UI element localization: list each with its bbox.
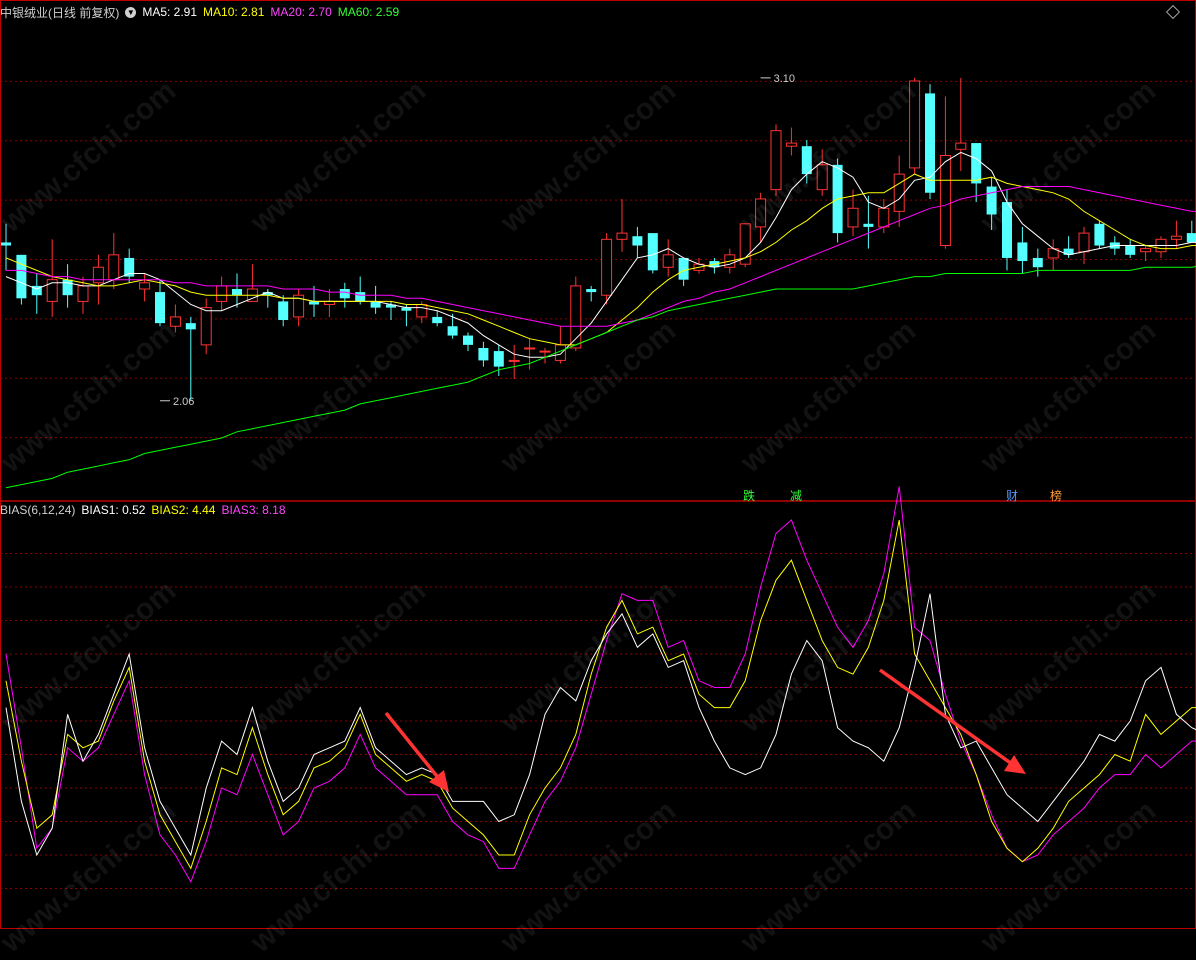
candle-body-down — [278, 301, 289, 321]
candle-body-down — [493, 351, 504, 367]
candle-body-down — [1, 242, 11, 246]
candle-body-up — [847, 207, 859, 228]
candle-body-up — [878, 207, 890, 228]
kline-chart[interactable]: 3.10 2.06 — [0, 0, 1196, 930]
main-header: 中银绒业(日线 前复权) ▼ MA5: 2.91 MA10: 2.81 MA20… — [0, 1, 405, 23]
marker-die[interactable]: 跌 — [743, 487, 755, 504]
candle-body-up — [893, 173, 905, 212]
ma5-label: MA5: 2.91 — [142, 5, 198, 19]
candle-body-down — [447, 326, 458, 336]
chevron-down-icon[interactable]: ▼ — [125, 6, 137, 18]
candle-body-up — [539, 350, 551, 353]
candle — [601, 233, 613, 305]
candle-body-up — [1140, 248, 1152, 253]
candle — [739, 223, 751, 268]
candle-body-down — [1125, 245, 1136, 255]
candle-body-up — [108, 254, 120, 281]
candle-body-down — [863, 223, 874, 227]
candle-body-up — [1078, 232, 1090, 253]
candle-body-down — [632, 236, 643, 246]
candle-body-down — [232, 288, 242, 296]
marker-cai[interactable]: 财 — [1006, 487, 1018, 504]
candle-body-down — [1186, 233, 1196, 243]
bias-title: BIAS(6,12,24) — [0, 503, 76, 517]
candle-body-down — [478, 347, 489, 361]
candle — [770, 124, 782, 196]
candle-body-down — [339, 288, 350, 299]
candle-body-up — [416, 304, 428, 318]
candle-body-up — [816, 164, 828, 191]
bias1-label: BIAS1: 0.52 — [81, 503, 146, 517]
candle-body-up — [1170, 235, 1182, 240]
candle-body-up — [955, 142, 967, 150]
candle-body-up — [139, 282, 151, 290]
candle-body-down — [1032, 257, 1043, 268]
candle — [832, 158, 843, 243]
ma20-label: MA20: 2.70 — [270, 5, 332, 19]
candle-body-up — [785, 142, 797, 147]
annotation-label: 2.06 — [173, 396, 194, 408]
candle-body-up — [200, 307, 212, 346]
candle-body-up — [601, 238, 613, 296]
candle-body-down — [986, 186, 997, 215]
marker-jian[interactable]: 减 — [790, 487, 802, 504]
candle-body-up — [169, 316, 181, 327]
candle — [909, 77, 921, 175]
candle-body-down — [647, 233, 658, 271]
candle-body-down — [1002, 202, 1012, 258]
candle-body-down — [155, 292, 165, 324]
candle — [1094, 220, 1105, 249]
candle-body-down — [355, 292, 366, 302]
candle-body-down — [62, 279, 73, 296]
annotation-label: 3.10 — [774, 73, 795, 85]
bias2-label: BIAS2: 4.44 — [151, 503, 216, 517]
candle — [925, 84, 935, 199]
bias3-label: BIAS3: 8.18 — [221, 503, 286, 517]
sub-header: BIAS(6,12,24) BIAS1: 0.52 BIAS2: 4.44 BI… — [0, 499, 292, 521]
candle-body-up — [616, 232, 628, 240]
candle-body-up — [508, 359, 520, 362]
candle-body-up — [524, 347, 536, 350]
candle-body-down — [185, 323, 196, 330]
stock-title: 中银绒业(日线 前复权) — [0, 5, 120, 20]
candle-body-up — [662, 254, 674, 268]
candle-body-down — [16, 254, 27, 299]
candle-body-down — [1017, 242, 1028, 262]
candle-body-down — [678, 257, 689, 280]
candle-body-up — [216, 285, 228, 302]
candle-body-down — [463, 335, 473, 345]
ma60-label: MA60: 2.59 — [337, 5, 400, 19]
candle-body-up — [755, 198, 767, 228]
candle-body-up — [909, 80, 921, 169]
candle-body-down — [586, 288, 597, 293]
candle — [570, 276, 582, 352]
candle-body-up — [770, 130, 782, 191]
ma10-label: MA10: 2.81 — [203, 5, 265, 19]
candle-body-down — [971, 143, 982, 184]
candle-body-up — [92, 266, 104, 284]
candle-body-down — [1094, 223, 1105, 246]
candle-body-down — [432, 316, 443, 324]
marker-bang[interactable]: 榜 — [1050, 487, 1062, 504]
candle-body-down — [801, 146, 812, 175]
candle-body-up — [77, 285, 89, 302]
candle-body-up — [939, 154, 951, 247]
